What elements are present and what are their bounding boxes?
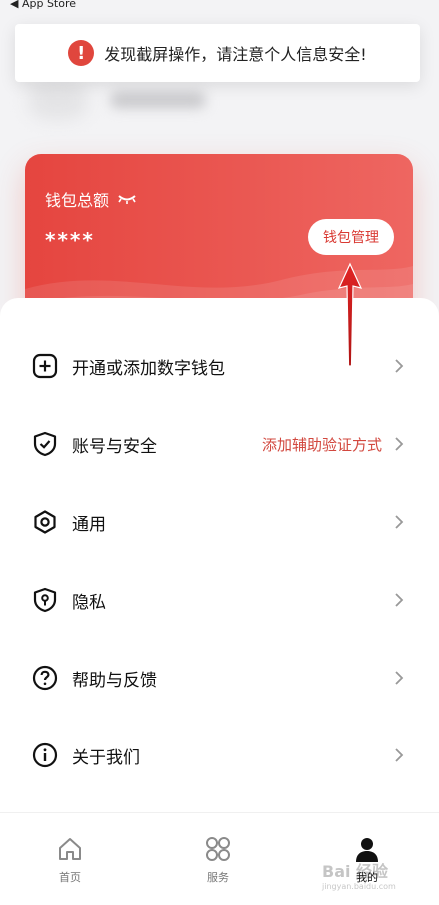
hexagon-gear-icon <box>34 510 56 534</box>
menu-item-help-feedback[interactable]: 帮助与反馈 <box>32 658 410 698</box>
privacy-shield-icon <box>33 587 57 613</box>
chevron-right-icon <box>395 748 404 762</box>
grid-icon <box>206 837 230 861</box>
tab-services[interactable]: 服务 <box>178 835 258 885</box>
username <box>110 92 206 108</box>
tab-label: 首页 <box>59 871 81 884</box>
exclamation-icon: ! <box>68 40 95 66</box>
menu-item-label: 隐私 <box>72 592 106 613</box>
menu-item-label: 通用 <box>72 514 106 535</box>
wallet-title-text: 钱包总额 <box>45 191 110 210</box>
menu-item-label: 帮助与反馈 <box>72 670 157 691</box>
home-icon <box>59 838 81 860</box>
watermark-logo: Bai 经验 <box>322 862 389 881</box>
shield-check-icon <box>33 431 57 457</box>
tab-label: 服务 <box>207 871 229 884</box>
status-bar[interactable]: ◀ App Store <box>0 0 76 12</box>
wallet-amount: **** <box>45 228 95 252</box>
settings-panel: 开通或添加数字钱包 账号与安全 添加辅助验证方式 通用 隐私 帮助与反馈 关于我… <box>0 298 439 813</box>
menu-item-general[interactable]: 通用 <box>32 502 410 542</box>
menu-item-label: 账号与安全 <box>72 436 157 457</box>
toast-message: 发现截屏操作，请注意个人信息安全! <box>104 45 367 64</box>
tab-home[interactable]: 首页 <box>30 835 110 885</box>
back-to-app-store[interactable]: ◀ App Store <box>10 0 76 10</box>
menu-item-privacy[interactable]: 隐私 <box>32 580 410 620</box>
wallet-manage-button[interactable]: 钱包管理 <box>308 219 394 255</box>
plus-square-icon <box>32 353 58 379</box>
baidu-jingyan-watermark: Bai 经验 jingyan.baidu.com <box>322 858 414 894</box>
add-verification-hint: 添加辅助验证方式 <box>261 435 382 454</box>
chevron-right-icon <box>395 671 404 685</box>
screenshot-warning-toast: ! 发现截屏操作，请注意个人信息安全! <box>15 24 420 82</box>
chevron-right-icon <box>395 593 404 607</box>
annotation-arrow-icon <box>338 262 362 367</box>
wallet-total-label: 钱包总额 <box>45 187 137 211</box>
blurred-profile <box>28 80 228 120</box>
info-circle-icon <box>32 742 58 768</box>
avatar <box>28 80 88 120</box>
help-circle-icon <box>32 665 58 691</box>
menu-item-account-security[interactable]: 账号与安全 添加辅助验证方式 <box>32 424 410 464</box>
chevron-right-icon <box>395 437 404 451</box>
watermark-url: jingyan.baidu.com <box>322 882 396 891</box>
eye-closed-icon[interactable] <box>117 193 137 205</box>
menu-item-about-us[interactable]: 关于我们 <box>32 735 410 775</box>
chevron-right-icon <box>395 359 404 373</box>
chevron-right-icon <box>395 515 404 529</box>
menu-item-label: 开通或添加数字钱包 <box>72 358 225 379</box>
menu-item-label: 关于我们 <box>72 747 140 768</box>
